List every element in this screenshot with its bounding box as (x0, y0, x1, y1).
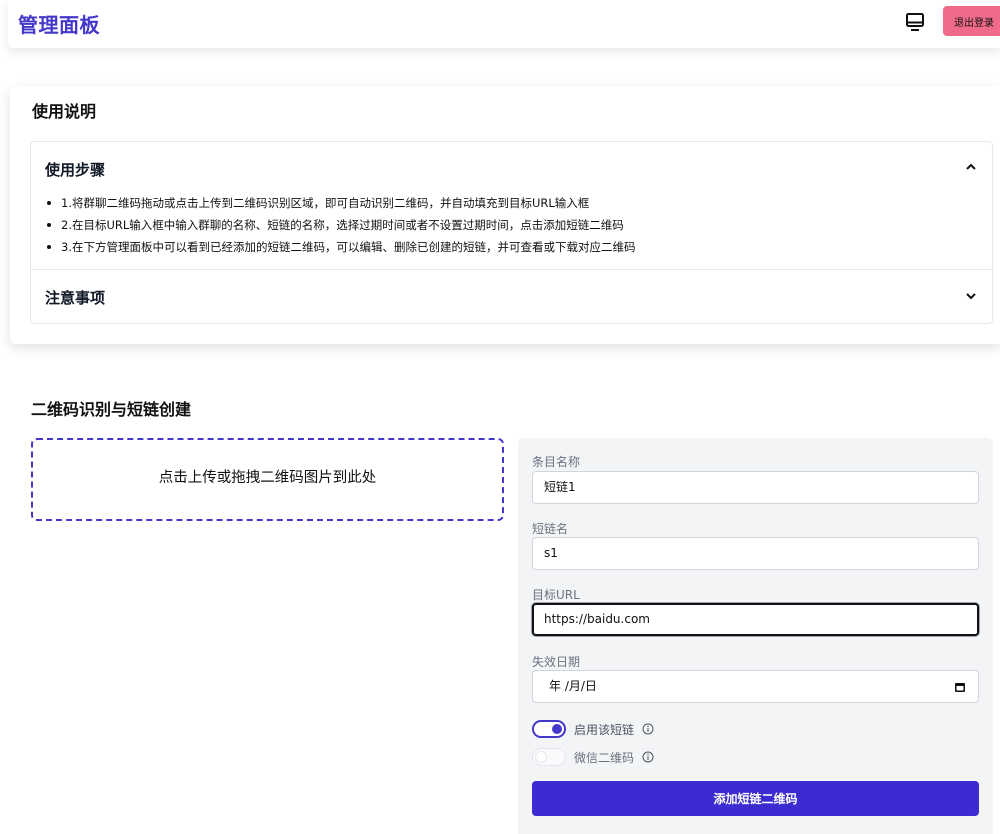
target-url-label: 目标URL (532, 588, 580, 602)
add-shortlink-button[interactable]: 添加短链二维码 (532, 781, 979, 816)
monitor-icon[interactable] (904, 11, 926, 33)
target-url-input[interactable]: https://baidu.com (532, 603, 979, 636)
short-name-label: 短链名 (532, 522, 569, 536)
qr-section-title: 二维码识别与短链创建 (31, 400, 192, 419)
info-icon (642, 723, 654, 735)
wechat-label: 微信二维码 (574, 751, 635, 765)
short-name-input[interactable]: s1 (532, 537, 979, 570)
steps-list: 1.将群聊二维码拖动或点击上传到二维码识别区域，即可自动识别二维码，并自动填充到… (47, 195, 635, 261)
item-name-label: 条目名称 (532, 455, 581, 469)
date-placeholder: 年 /月/日 (549, 679, 597, 693)
instructions-title: 使用说明 (32, 102, 97, 121)
wechat-toggle[interactable] (532, 748, 566, 766)
list-item: 2.在目标URL输入框中输入群聊的名称、短链的名称，选择过期时间或者不设置过期时… (47, 217, 635, 239)
chevron-up-icon[interactable] (964, 160, 978, 174)
toggle-knob (535, 751, 547, 763)
dropzone-text: 点击上传或拖拽二维码图片到此处 (158, 470, 377, 486)
qr-dropzone[interactable]: 点击上传或拖拽二维码图片到此处 (31, 438, 504, 521)
top-header: 管理面板 退出登录 (8, 0, 1000, 48)
instructions-card: 使用说明 使用步骤 1.将群聊二维码拖动或点击上传到二维码识别区域，即可自动识别… (10, 86, 1000, 344)
app-title: 管理面板 (18, 13, 100, 37)
enable-label: 启用该短链 (574, 723, 635, 737)
accordion-header-notes[interactable]: 注意事项 (45, 287, 105, 308)
list-item: 1.将群聊二维码拖动或点击上传到二维码识别区域，即可自动识别二维码，并自动填充到… (47, 195, 635, 217)
toggle-knob (552, 724, 562, 734)
shortlink-form: 条目名称 短链1 短链名 s1 目标URL https://baidu.com … (518, 438, 993, 834)
divider (31, 269, 992, 270)
expiry-label: 失效日期 (532, 655, 581, 669)
info-icon (642, 751, 654, 763)
chevron-down-icon[interactable] (964, 289, 978, 303)
instructions-accordion: 使用步骤 1.将群聊二维码拖动或点击上传到二维码识别区域，即可自动识别二维码，并… (30, 141, 993, 324)
calendar-icon[interactable] (954, 681, 966, 693)
list-item: 3.在下方管理面板中可以看到已经添加的短链二维码，可以编辑、删除已创建的短链，并… (47, 239, 635, 261)
item-name-input[interactable]: 短链1 (532, 471, 979, 504)
expiry-date-input[interactable]: 年 /月/日 (532, 670, 979, 703)
enable-toggle[interactable] (532, 720, 566, 738)
logout-button[interactable]: 退出登录 (943, 6, 1000, 36)
accordion-header-steps[interactable]: 使用步骤 (45, 159, 105, 180)
